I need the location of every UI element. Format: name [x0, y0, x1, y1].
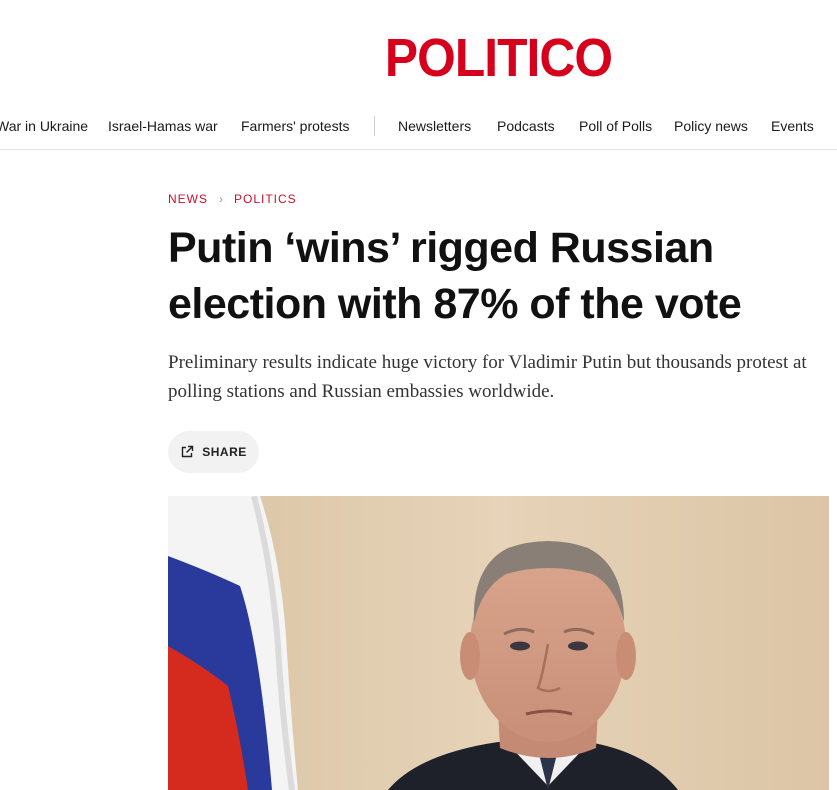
chevron-right-icon: › — [219, 192, 223, 206]
top-navigation: War in Ukraine Israel-Hamas war Farmers'… — [0, 104, 837, 150]
nav-item-israel-hamas-war[interactable]: Israel-Hamas war — [108, 104, 218, 148]
nav-item-events[interactable]: Events — [771, 104, 814, 148]
nav-item-podcasts[interactable]: Podcasts — [497, 104, 555, 148]
nav-item-poll-of-polls[interactable]: Poll of Polls — [579, 104, 652, 148]
breadcrumb: NEWS › POLITICS — [168, 190, 297, 208]
logo-text: POLITICO — [384, 28, 613, 88]
article-headline: Putin ‘wins’ rigged Russian election wit… — [168, 224, 742, 328]
article-dek: Preliminary results indicate huge victor… — [168, 352, 807, 402]
breadcrumb-politics[interactable]: POLITICS — [234, 192, 297, 206]
share-icon — [182, 445, 194, 458]
hero-image[interactable] — [168, 496, 829, 790]
politico-logo[interactable]: POLITICO — [0, 26, 837, 90]
nav-divider — [374, 116, 375, 136]
share-label: SHARE — [202, 445, 247, 459]
nav-item-war-in-ukraine[interactable]: War in Ukraine — [0, 104, 88, 148]
nav-item-farmers-protests[interactable]: Farmers' protests — [241, 104, 349, 148]
share-button[interactable]: SHARE — [168, 431, 259, 473]
breadcrumb-news[interactable]: NEWS — [168, 192, 208, 206]
nav-item-policy-news[interactable]: Policy news — [674, 104, 748, 148]
nav-item-newsletters[interactable]: Newsletters — [398, 104, 471, 148]
putin-photo-illustration — [168, 496, 829, 790]
